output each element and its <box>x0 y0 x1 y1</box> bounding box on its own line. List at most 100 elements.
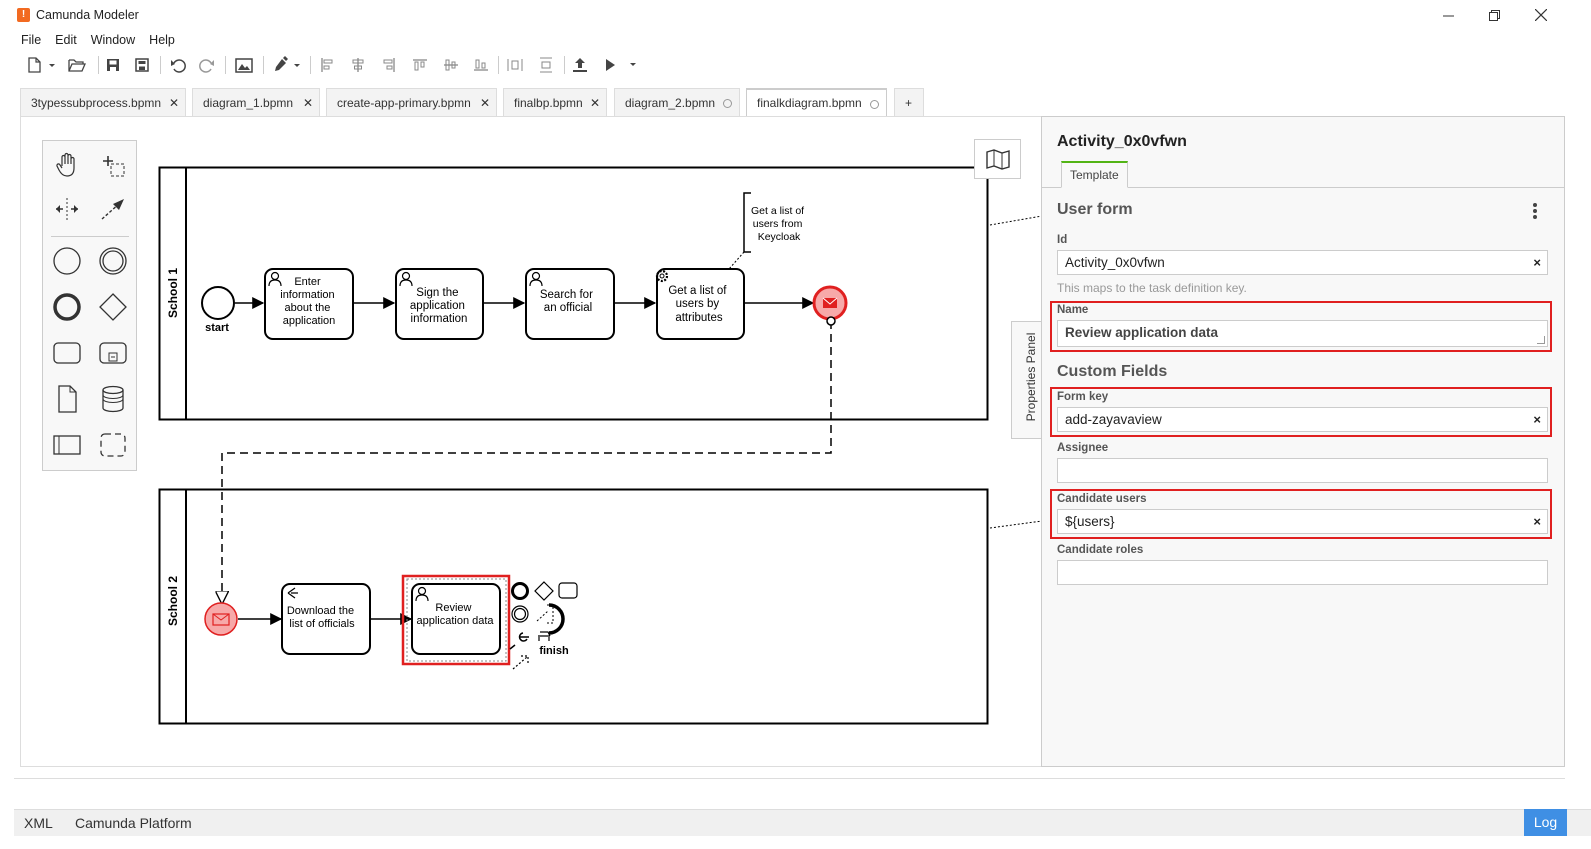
tab-diagram-1[interactable]: diagram_1.bpmn ✕ <box>192 88 320 117</box>
pool-icon[interactable] <box>47 425 87 465</box>
svg-text:Search for an offici: Search for an official <box>540 289 596 314</box>
connect-tool-icon[interactable] <box>93 189 133 229</box>
space-tool-icon[interactable] <box>47 189 87 229</box>
undo-icon[interactable] <box>167 53 189 77</box>
receive-task-download-officials[interactable]: Download the list of officials <box>281 583 371 655</box>
new-tab-button[interactable]: + <box>894 88 924 117</box>
align-middle-icon[interactable] <box>441 53 461 77</box>
candidate-users-label: Candidate users <box>1057 493 1147 505</box>
candidate-roles-field[interactable] <box>1057 560 1548 585</box>
bpmn-diagram[interactable]: School 1 School 2 start Enter informatio… <box>21 117 1041 767</box>
id-field[interactable]: Activity_0x0vfwn × <box>1057 250 1548 275</box>
form-key-value: add-zayavaview <box>1065 412 1162 427</box>
form-key-label: Form key <box>1057 391 1109 403</box>
name-field[interactable]: Review application data <box>1057 320 1548 347</box>
close-tab-icon[interactable]: ✕ <box>303 89 313 117</box>
data-store-icon[interactable] <box>93 379 133 419</box>
clear-icon[interactable]: × <box>1533 510 1541 533</box>
message-end-event[interactable] <box>812 285 848 321</box>
subprocess-icon[interactable] <box>93 333 133 373</box>
xml-tab[interactable]: XML <box>24 815 53 831</box>
task-icon[interactable] <box>47 333 87 373</box>
lasso-tool-icon[interactable] <box>93 145 133 185</box>
annotation-line: Get a list of <box>751 205 804 217</box>
tab-create-app-primary[interactable]: create-app-primary.bpmn ✕ <box>326 88 497 117</box>
gateway-icon[interactable] <box>93 287 133 327</box>
minimap-toggle-icon[interactable] <box>974 139 1021 179</box>
group-title-custom-fields: Custom Fields <box>1057 363 1168 380</box>
form-key-field[interactable]: add-zayavaview × <box>1057 407 1548 432</box>
camunda-logo-icon: ! <box>17 8 30 22</box>
user-task-enter-information[interactable]: Enter information about the application <box>264 268 354 340</box>
intermediate-event-icon[interactable] <box>93 241 133 281</box>
color-brush-icon[interactable] <box>268 53 304 77</box>
svg-text:Get a list of users: Get a list of users by attributes <box>668 285 729 324</box>
menu-help[interactable]: Help <box>142 30 182 50</box>
menu-window[interactable]: Window <box>84 30 142 50</box>
minimize-icon[interactable] <box>1425 0 1471 30</box>
clear-icon[interactable]: × <box>1533 408 1541 431</box>
align-center-icon[interactable] <box>348 53 368 77</box>
tab-finalbp[interactable]: finalbp.bpmn ✕ <box>503 88 607 117</box>
task-label-line: application <box>283 315 336 327</box>
user-task-sign-application[interactable]: Sign the application information <box>395 268 484 340</box>
close-icon[interactable] <box>1518 0 1564 30</box>
tab-finalkdiagram[interactable]: finalkdiagram.bpmn <box>746 88 887 117</box>
tab-3typessubprocess[interactable]: 3typessubprocess.bpmn ✕ <box>20 88 186 117</box>
app-window: ! Camunda Modeler File Edit Window Help <box>0 0 1591 849</box>
close-tab-icon[interactable]: ✕ <box>169 89 179 117</box>
tab-label: create-app-primary.bpmn <box>337 96 471 110</box>
lane-label-school-2: School 2 <box>166 576 180 626</box>
properties-panel-toggle-label: Properties Panel <box>1024 332 1038 422</box>
candidate-users-field[interactable]: ${users} × <box>1057 509 1548 534</box>
restore-icon[interactable] <box>1471 0 1517 30</box>
distribute-horizontal-icon[interactable] <box>505 53 525 77</box>
message-start-event[interactable] <box>204 602 238 636</box>
align-top-icon[interactable] <box>410 53 430 77</box>
data-object-icon[interactable] <box>47 379 87 419</box>
task-label-line: information <box>280 289 334 301</box>
hand-tool-icon[interactable] <box>47 145 87 185</box>
user-task-review-application[interactable]: Review application data <box>401 574 511 666</box>
start-event-icon[interactable] <box>47 241 87 281</box>
association-line <box>989 215 1041 226</box>
distribute-vertical-icon[interactable] <box>536 53 556 77</box>
more-options-icon[interactable] <box>1528 201 1542 221</box>
log-button[interactable]: Log <box>1524 809 1567 836</box>
resize-grip-icon[interactable] <box>1537 336 1545 344</box>
association-line <box>989 520 1041 529</box>
close-tab-icon[interactable]: ✕ <box>480 89 490 117</box>
redo-icon[interactable] <box>196 53 218 77</box>
menu-edit[interactable]: Edit <box>48 30 84 50</box>
task-label-line: application data <box>416 615 494 627</box>
clear-icon[interactable]: × <box>1533 251 1541 274</box>
save-all-icon[interactable] <box>132 53 152 77</box>
tab-diagram-2[interactable]: diagram_2.bpmn <box>614 88 740 117</box>
open-folder-icon[interactable] <box>65 53 89 77</box>
save-icon[interactable] <box>103 53 123 77</box>
run-icon[interactable] <box>598 53 642 77</box>
assignee-field[interactable] <box>1057 458 1548 483</box>
align-bottom-icon[interactable] <box>471 53 491 77</box>
group-icon[interactable] <box>93 425 133 465</box>
tab-template[interactable]: Template <box>1061 161 1128 188</box>
append-task-icon[interactable] <box>558 582 578 599</box>
service-task-get-users[interactable]: Get a list of users by attributes <box>655 268 745 340</box>
diagram-canvas[interactable]: School 1 School 2 start Enter informatio… <box>20 116 1041 767</box>
menu-file[interactable]: File <box>14 30 48 50</box>
user-task-search-official[interactable]: Search for an official <box>525 268 615 340</box>
unsaved-indicator-icon[interactable] <box>870 100 879 109</box>
task-label-line: attributes <box>675 312 723 324</box>
properties-panel-toggle[interactable]: Properties Panel <box>1011 321 1042 439</box>
end-event-icon[interactable] <box>47 287 87 327</box>
task-label-line: application <box>410 300 465 312</box>
new-file-icon[interactable] <box>23 53 59 77</box>
align-left-icon[interactable] <box>317 53 337 77</box>
close-tab-icon[interactable]: ✕ <box>590 89 600 117</box>
platform-indicator[interactable]: Camunda Platform <box>75 815 192 831</box>
export-image-icon[interactable] <box>232 53 256 77</box>
unsaved-indicator-icon[interactable] <box>723 99 732 108</box>
align-right-icon[interactable] <box>379 53 399 77</box>
append-end-event-icon[interactable] <box>511 582 529 600</box>
deploy-icon[interactable] <box>570 53 590 77</box>
